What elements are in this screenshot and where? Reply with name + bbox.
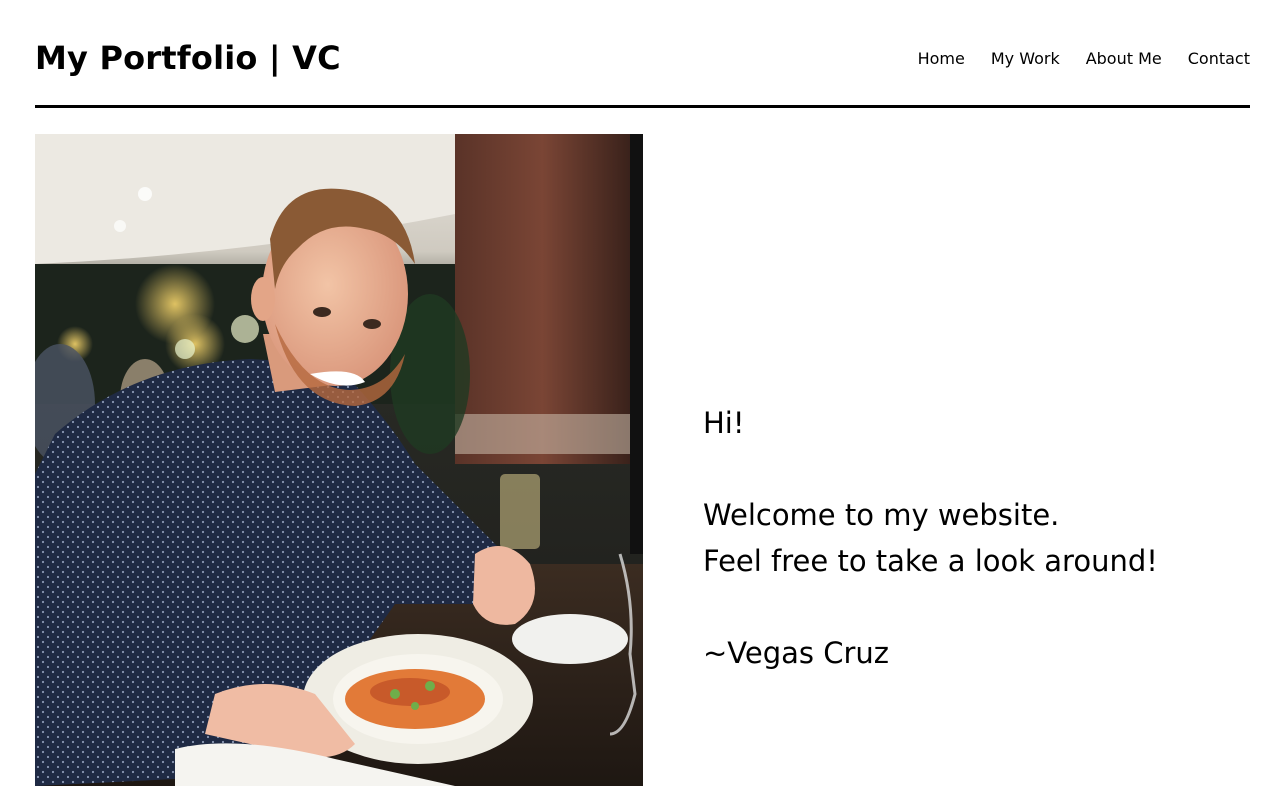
- nav-my-work-link[interactable]: My Work: [991, 48, 1060, 70]
- main-nav: Home My Work About Me Contact: [918, 48, 1250, 70]
- nav-home-link[interactable]: Home: [918, 48, 965, 70]
- welcome-line-1: Welcome to my website.: [703, 498, 1060, 532]
- profile-photo: [35, 134, 643, 786]
- welcome-line-2: Feel free to take a look around!: [703, 544, 1158, 578]
- signature-text: ~Vegas Cruz: [703, 636, 890, 670]
- nav-contact-link[interactable]: Contact: [1188, 48, 1250, 70]
- site-header: My Portfolio | VC Home My Work About Me …: [35, 0, 1250, 108]
- welcome-message: Hi! Welcome to my website. Feel free to …: [703, 400, 1158, 676]
- greeting-text: Hi!: [703, 406, 745, 440]
- page: My Portfolio | VC Home My Work About Me …: [0, 0, 1280, 786]
- site-title[interactable]: My Portfolio | VC: [35, 38, 341, 78]
- nav-about-me-link[interactable]: About Me: [1086, 48, 1162, 70]
